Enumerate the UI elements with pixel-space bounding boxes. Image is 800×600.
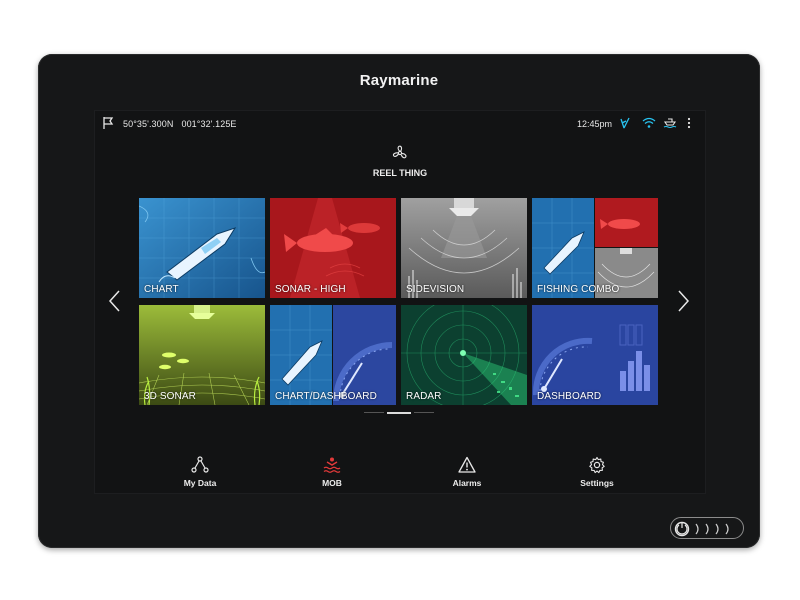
settings-label: Settings	[580, 478, 614, 488]
fishing-combo-thumbnail	[532, 198, 658, 298]
nodes-icon	[191, 456, 209, 473]
previous-page-arrow[interactable]	[107, 289, 123, 313]
app-tile-chart[interactable]: CHART	[139, 198, 265, 298]
tile-label: CHART/DASHBOARD	[275, 391, 377, 402]
sonar-thumbnail	[270, 198, 396, 298]
flag-icon[interactable]	[101, 116, 115, 130]
profile-name[interactable]: REEL THING	[95, 168, 705, 178]
app-tile-chart-dashboard[interactable]: CHART/DASHBOARD	[270, 305, 396, 405]
page-dot-active[interactable]	[387, 411, 411, 414]
more-icon[interactable]	[685, 117, 693, 129]
alarms-label: Alarms	[452, 478, 482, 488]
gps-icon[interactable]	[618, 117, 632, 129]
clock: 12:45pm	[577, 119, 613, 129]
home-screen: 50°35'.300N 001°32'.125E 12:45pm REEL TH…	[94, 110, 706, 494]
page-indicator	[364, 411, 434, 414]
next-page-arrow[interactable]	[675, 289, 691, 313]
boat-icon[interactable]	[663, 117, 677, 129]
position-readout: 50°35'.300N 001°32'.125E	[123, 119, 245, 129]
page-dot[interactable]	[414, 412, 434, 413]
page-dot[interactable]	[364, 412, 384, 413]
app-tile-dashboard[interactable]: DASHBOARD	[532, 305, 658, 405]
chartplotter-device: Raymarine 50°35'.300N 001°32'.125E 12:45p…	[38, 54, 760, 548]
settings-button[interactable]: Settings	[562, 456, 632, 492]
latitude: 50°35'.300N	[123, 119, 174, 129]
power-button[interactable]	[670, 517, 744, 539]
sidevision-thumbnail	[401, 198, 527, 298]
tile-label: SIDEVISION	[406, 284, 465, 295]
tile-label: SONAR - HIGH	[275, 284, 346, 295]
power-icon	[674, 521, 729, 537]
app-tile-3d-sonar[interactable]: 3D SONAR	[139, 305, 265, 405]
mob-button[interactable]: MOB	[297, 456, 367, 492]
warning-icon	[458, 456, 476, 473]
longitude: 001°32'.125E	[181, 119, 237, 129]
app-tile-sonar-high[interactable]: SONAR - HIGH	[270, 198, 396, 298]
tile-label: DASHBOARD	[537, 391, 602, 402]
dashboard-thumbnail	[532, 305, 658, 405]
app-tile-radar[interactable]: RADAR	[401, 305, 527, 405]
my-data-button[interactable]: My Data	[165, 456, 235, 492]
radar-thumbnail	[401, 305, 527, 405]
app-tile-sidevision[interactable]: SIDEVISION	[401, 198, 527, 298]
tile-label: FISHING COMBO	[537, 284, 620, 295]
wifi-icon[interactable]	[642, 117, 656, 129]
alarms-button[interactable]: Alarms	[432, 456, 502, 492]
propeller-icon	[392, 145, 407, 159]
chart-thumbnail	[139, 198, 265, 298]
3d-sonar-thumbnail	[139, 305, 265, 405]
gear-icon	[589, 456, 605, 474]
tile-label: RADAR	[406, 391, 442, 402]
status-bar: 50°35'.300N 001°32'.125E 12:45pm	[95, 111, 705, 135]
tile-label: CHART	[144, 284, 179, 295]
app-tile-fishing-combo[interactable]: FISHING COMBO	[532, 198, 658, 298]
tile-label: 3D SONAR	[144, 391, 196, 402]
brand-logo: Raymarine	[359, 72, 439, 89]
mob-label: MOB	[322, 478, 342, 488]
chart-dashboard-thumbnail	[270, 305, 396, 405]
man-overboard-icon	[323, 457, 341, 473]
my-data-label: My Data	[183, 478, 217, 488]
